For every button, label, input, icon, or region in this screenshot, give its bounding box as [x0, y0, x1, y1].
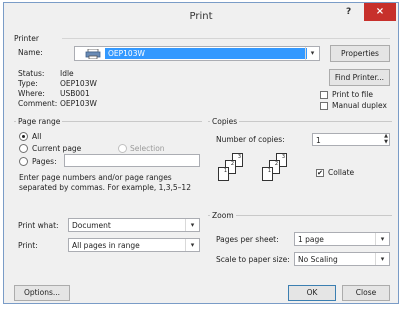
- manual-duplex-label: Manual duplex: [332, 101, 387, 110]
- chevron-down-icon[interactable]: ▾: [305, 47, 319, 60]
- close-button[interactable]: Close: [342, 285, 390, 301]
- copies-label: Copies: [210, 117, 240, 126]
- current-page-label: Current page: [32, 144, 82, 153]
- page-range-label: Page range: [16, 117, 63, 126]
- pages-label: Pages:: [32, 157, 57, 166]
- where-label: Where:: [18, 89, 45, 98]
- collate-stack-2: 3 2 1: [262, 153, 298, 189]
- collate-stack-1: 3 2 1: [218, 153, 254, 189]
- find-printer-button[interactable]: Find Printer...: [329, 69, 390, 86]
- pages-per-sheet-label: Pages per sheet:: [216, 235, 279, 244]
- printer-icon: [85, 48, 101, 60]
- print-value: All pages in range: [72, 241, 140, 250]
- page-range-help-line-2: separated by commas. For example, 1,3,5–…: [19, 183, 191, 192]
- close-window-button[interactable]: ×: [364, 3, 396, 21]
- zoom-label: Zoom: [210, 211, 236, 220]
- manual-duplex-checkbox[interactable]: [320, 102, 328, 110]
- print-to-file-checkbox[interactable]: [320, 91, 328, 99]
- number-of-copies-label: Number of copies:: [216, 135, 285, 144]
- pages-radio[interactable]: [19, 157, 28, 166]
- printer-group-label: Printer: [14, 34, 39, 43]
- scale-to-paper-value: No Scaling: [298, 255, 338, 264]
- print-what-value: Document: [72, 221, 111, 230]
- pages-per-sheet-select[interactable]: 1 page ▾: [294, 232, 390, 246]
- status-label: Status:: [18, 69, 45, 78]
- print-what-label: Print what:: [18, 221, 59, 230]
- properties-button[interactable]: Properties: [330, 45, 390, 62]
- status-value: Idle: [60, 69, 74, 78]
- printer-name-value: OEP103W: [108, 49, 145, 58]
- chevron-down-icon[interactable]: ▾: [185, 219, 199, 231]
- print-select[interactable]: All pages in range ▾: [68, 238, 200, 252]
- comment-label: Comment:: [18, 99, 58, 108]
- all-pages-label: All: [32, 132, 42, 141]
- printer-name-label: Name:: [18, 48, 43, 57]
- copies-value: 1: [316, 136, 321, 145]
- print-dialog: Print ? × Printer Name: OEP103W ▾ Proper…: [3, 2, 399, 304]
- collate-checkbox[interactable]: ✔: [316, 169, 324, 177]
- selection-label: Selection: [130, 144, 165, 153]
- scale-to-paper-select[interactable]: No Scaling ▾: [294, 252, 390, 266]
- print-label: Print:: [18, 241, 38, 250]
- where-value: USB001: [60, 89, 90, 98]
- scale-to-paper-label: Scale to paper size:: [216, 255, 290, 264]
- current-page-radio[interactable]: [19, 144, 28, 153]
- pages-per-sheet-value: 1 page: [298, 235, 324, 244]
- collate-label: Collate: [328, 168, 355, 177]
- dialog-title: Print: [189, 11, 213, 22]
- comment-value: OEP103W: [60, 99, 97, 108]
- collate-page: 1: [262, 167, 273, 181]
- pages-input[interactable]: [64, 154, 200, 167]
- page-range-help-line-1: Enter page numbers and/or page ranges: [19, 173, 172, 182]
- chevron-down-icon[interactable]: ▾: [185, 239, 199, 251]
- chevron-down-icon[interactable]: ▾: [375, 233, 389, 245]
- options-button[interactable]: Options...: [14, 285, 70, 301]
- copies-spinner[interactable]: 1 ▲ ▼: [312, 133, 390, 146]
- all-pages-radio[interactable]: [19, 132, 28, 141]
- chevron-down-icon[interactable]: ▾: [375, 253, 389, 265]
- printer-name-select[interactable]: OEP103W ▾: [74, 46, 320, 61]
- selection-radio[interactable]: [118, 144, 127, 153]
- help-button[interactable]: ?: [346, 7, 351, 17]
- ok-button[interactable]: OK: [288, 285, 336, 301]
- printer-divider: [62, 38, 390, 39]
- print-to-file-label: Print to file: [332, 90, 373, 99]
- type-label: Type:: [18, 79, 38, 88]
- collate-page: 1: [218, 167, 229, 181]
- type-value: OEP103W: [60, 79, 97, 88]
- print-what-select[interactable]: Document ▾: [68, 218, 200, 232]
- title-bar: Print ? ×: [4, 3, 398, 31]
- spinner-down-icon[interactable]: ▼: [384, 140, 388, 145]
